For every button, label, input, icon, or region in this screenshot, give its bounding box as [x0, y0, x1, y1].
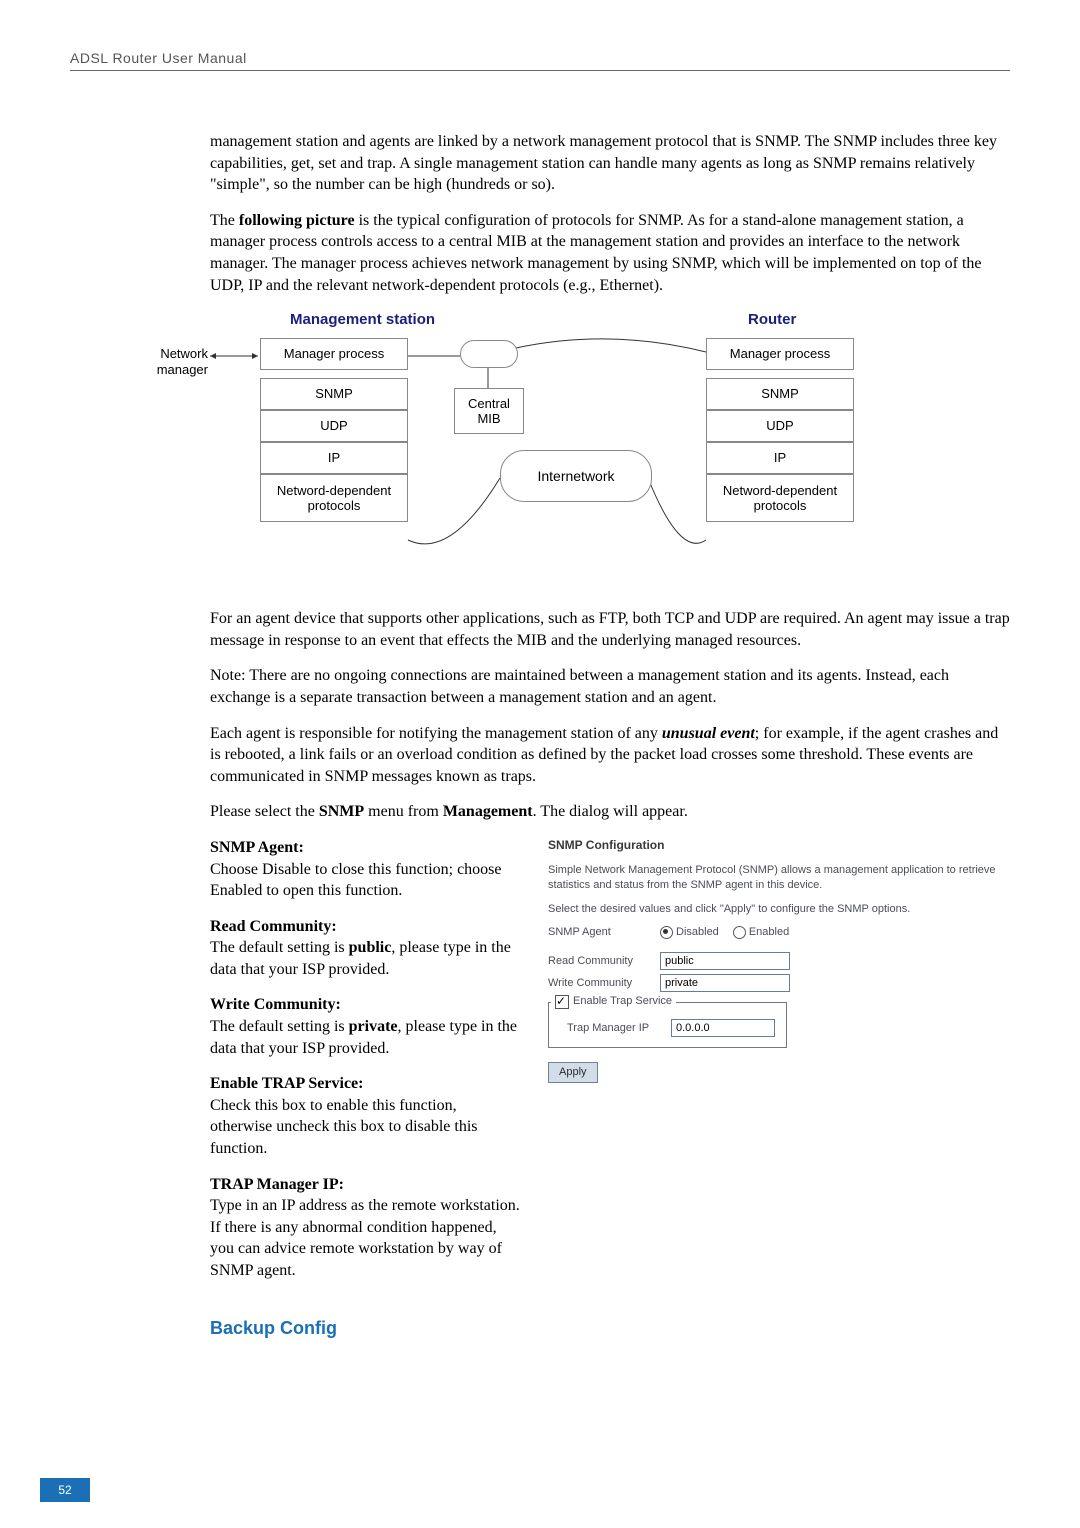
- stack-box: SNMP: [706, 378, 854, 410]
- stack-box: Manager process: [706, 338, 854, 370]
- enable-trap-checkbox[interactable]: [555, 995, 569, 1009]
- text: The default setting is: [210, 939, 349, 956]
- stack-box: IP: [260, 442, 408, 474]
- network-manager-label: Network manager: [150, 346, 208, 377]
- snmp-agent-enabled-radio[interactable]: [733, 926, 746, 939]
- text: menu from: [364, 803, 443, 820]
- text: protocols: [308, 498, 361, 514]
- left-descriptions: SNMP Agent: Choose Disable to close this…: [210, 837, 520, 1296]
- paragraph: Please select the SNMP menu from Managem…: [210, 801, 1010, 823]
- panel-title: SNMP Configuration: [548, 837, 1010, 853]
- trap-manager-ip-body: Type in an IP address as the remote work…: [210, 1195, 520, 1281]
- bold-text: private: [349, 1018, 398, 1035]
- snmp-agent-body: Choose Disable to close this function; c…: [210, 859, 520, 902]
- bold-text: public: [349, 939, 392, 956]
- panel-description: Simple Network Management Protocol (SNMP…: [548, 863, 1010, 894]
- bold-text: Management: [443, 803, 533, 820]
- paragraph: management station and agents are linked…: [210, 131, 1010, 196]
- panel-hint: Select the desired values and click "App…: [548, 902, 1010, 917]
- radio-label-disabled: Disabled: [676, 925, 719, 940]
- snmp-agent-disabled-radio[interactable]: [660, 926, 673, 939]
- stack-box: UDP: [706, 410, 854, 442]
- enable-trap-body: Check this box to enable this function, …: [210, 1095, 520, 1160]
- text: Central: [468, 396, 510, 412]
- header-rule: [70, 70, 1010, 71]
- apply-button[interactable]: Apply: [548, 1062, 598, 1083]
- read-community-body: The default setting is public, please ty…: [210, 937, 520, 980]
- snmp-agent-label: SNMP Agent: [548, 925, 660, 940]
- bold-italic-text: unusual event: [662, 725, 755, 742]
- paragraph: Each agent is responsible for notifying …: [210, 723, 1010, 788]
- page-number: 52: [40, 1478, 90, 1502]
- read-community-input[interactable]: [660, 952, 790, 970]
- snmp-config-panel: SNMP Configuration Simple Network Manage…: [548, 837, 1010, 1296]
- text: Network: [160, 346, 208, 361]
- text: Each agent is responsible for notifying …: [210, 725, 662, 742]
- bold-text: following picture: [239, 212, 355, 229]
- write-community-label: Write Community: [548, 976, 660, 991]
- snmp-diagram: Management station Router Network: [150, 310, 870, 590]
- left-protocol-stack: Manager process SNMP UDP IP Netword-depe…: [260, 338, 408, 522]
- text: protocols: [754, 498, 807, 514]
- text: Netword-dependent: [723, 483, 837, 499]
- enable-trap-label: Enable Trap Service: [573, 994, 672, 1009]
- text: Please select the: [210, 803, 319, 820]
- backup-config-heading: Backup Config: [210, 1316, 1010, 1340]
- stack-box: Netword-dependent protocols: [260, 474, 408, 522]
- enable-trap-heading: Enable TRAP Service:: [210, 1073, 520, 1095]
- trap-manager-ip-input[interactable]: [671, 1019, 775, 1037]
- central-mib-box: Central MIB: [454, 388, 524, 434]
- read-community-heading: Read Community:: [210, 916, 520, 938]
- text: The default setting is: [210, 1018, 349, 1035]
- text: MIB: [477, 411, 500, 427]
- text: Netword-dependent: [277, 483, 391, 499]
- paragraph: Note: There are no ongoing connections a…: [210, 665, 1010, 708]
- paragraph: For an agent device that supports other …: [210, 608, 1010, 651]
- text: The: [210, 212, 239, 229]
- stack-box: Netword-dependent protocols: [706, 474, 854, 522]
- snmp-agent-heading: SNMP Agent:: [210, 837, 520, 859]
- write-community-input[interactable]: [660, 974, 790, 992]
- small-cloud: [460, 340, 518, 368]
- stack-box: IP: [706, 442, 854, 474]
- right-protocol-stack: Manager process SNMP UDP IP Netword-depe…: [706, 338, 854, 522]
- stack-box: UDP: [260, 410, 408, 442]
- text: . The dialog will appear.: [533, 803, 688, 820]
- write-community-body: The default setting is private, please t…: [210, 1016, 520, 1059]
- stack-box: SNMP: [260, 378, 408, 410]
- read-community-label: Read Community: [548, 954, 660, 969]
- trap-manager-ip-label: Trap Manager IP: [567, 1021, 671, 1036]
- write-community-heading: Write Community:: [210, 994, 520, 1016]
- radio-label-enabled: Enabled: [749, 925, 789, 940]
- text: manager: [157, 362, 208, 377]
- internetwork-cloud: Internetwork: [500, 450, 652, 502]
- trap-manager-ip-heading: TRAP Manager IP:: [210, 1174, 520, 1196]
- bold-text: SNMP: [319, 803, 364, 820]
- page-header: ADSL Router User Manual: [70, 50, 1010, 66]
- paragraph: The following picture is the typical con…: [210, 210, 1010, 296]
- trap-service-group: Enable Trap Service Trap Manager IP: [548, 1002, 787, 1048]
- stack-box: Manager process: [260, 338, 408, 370]
